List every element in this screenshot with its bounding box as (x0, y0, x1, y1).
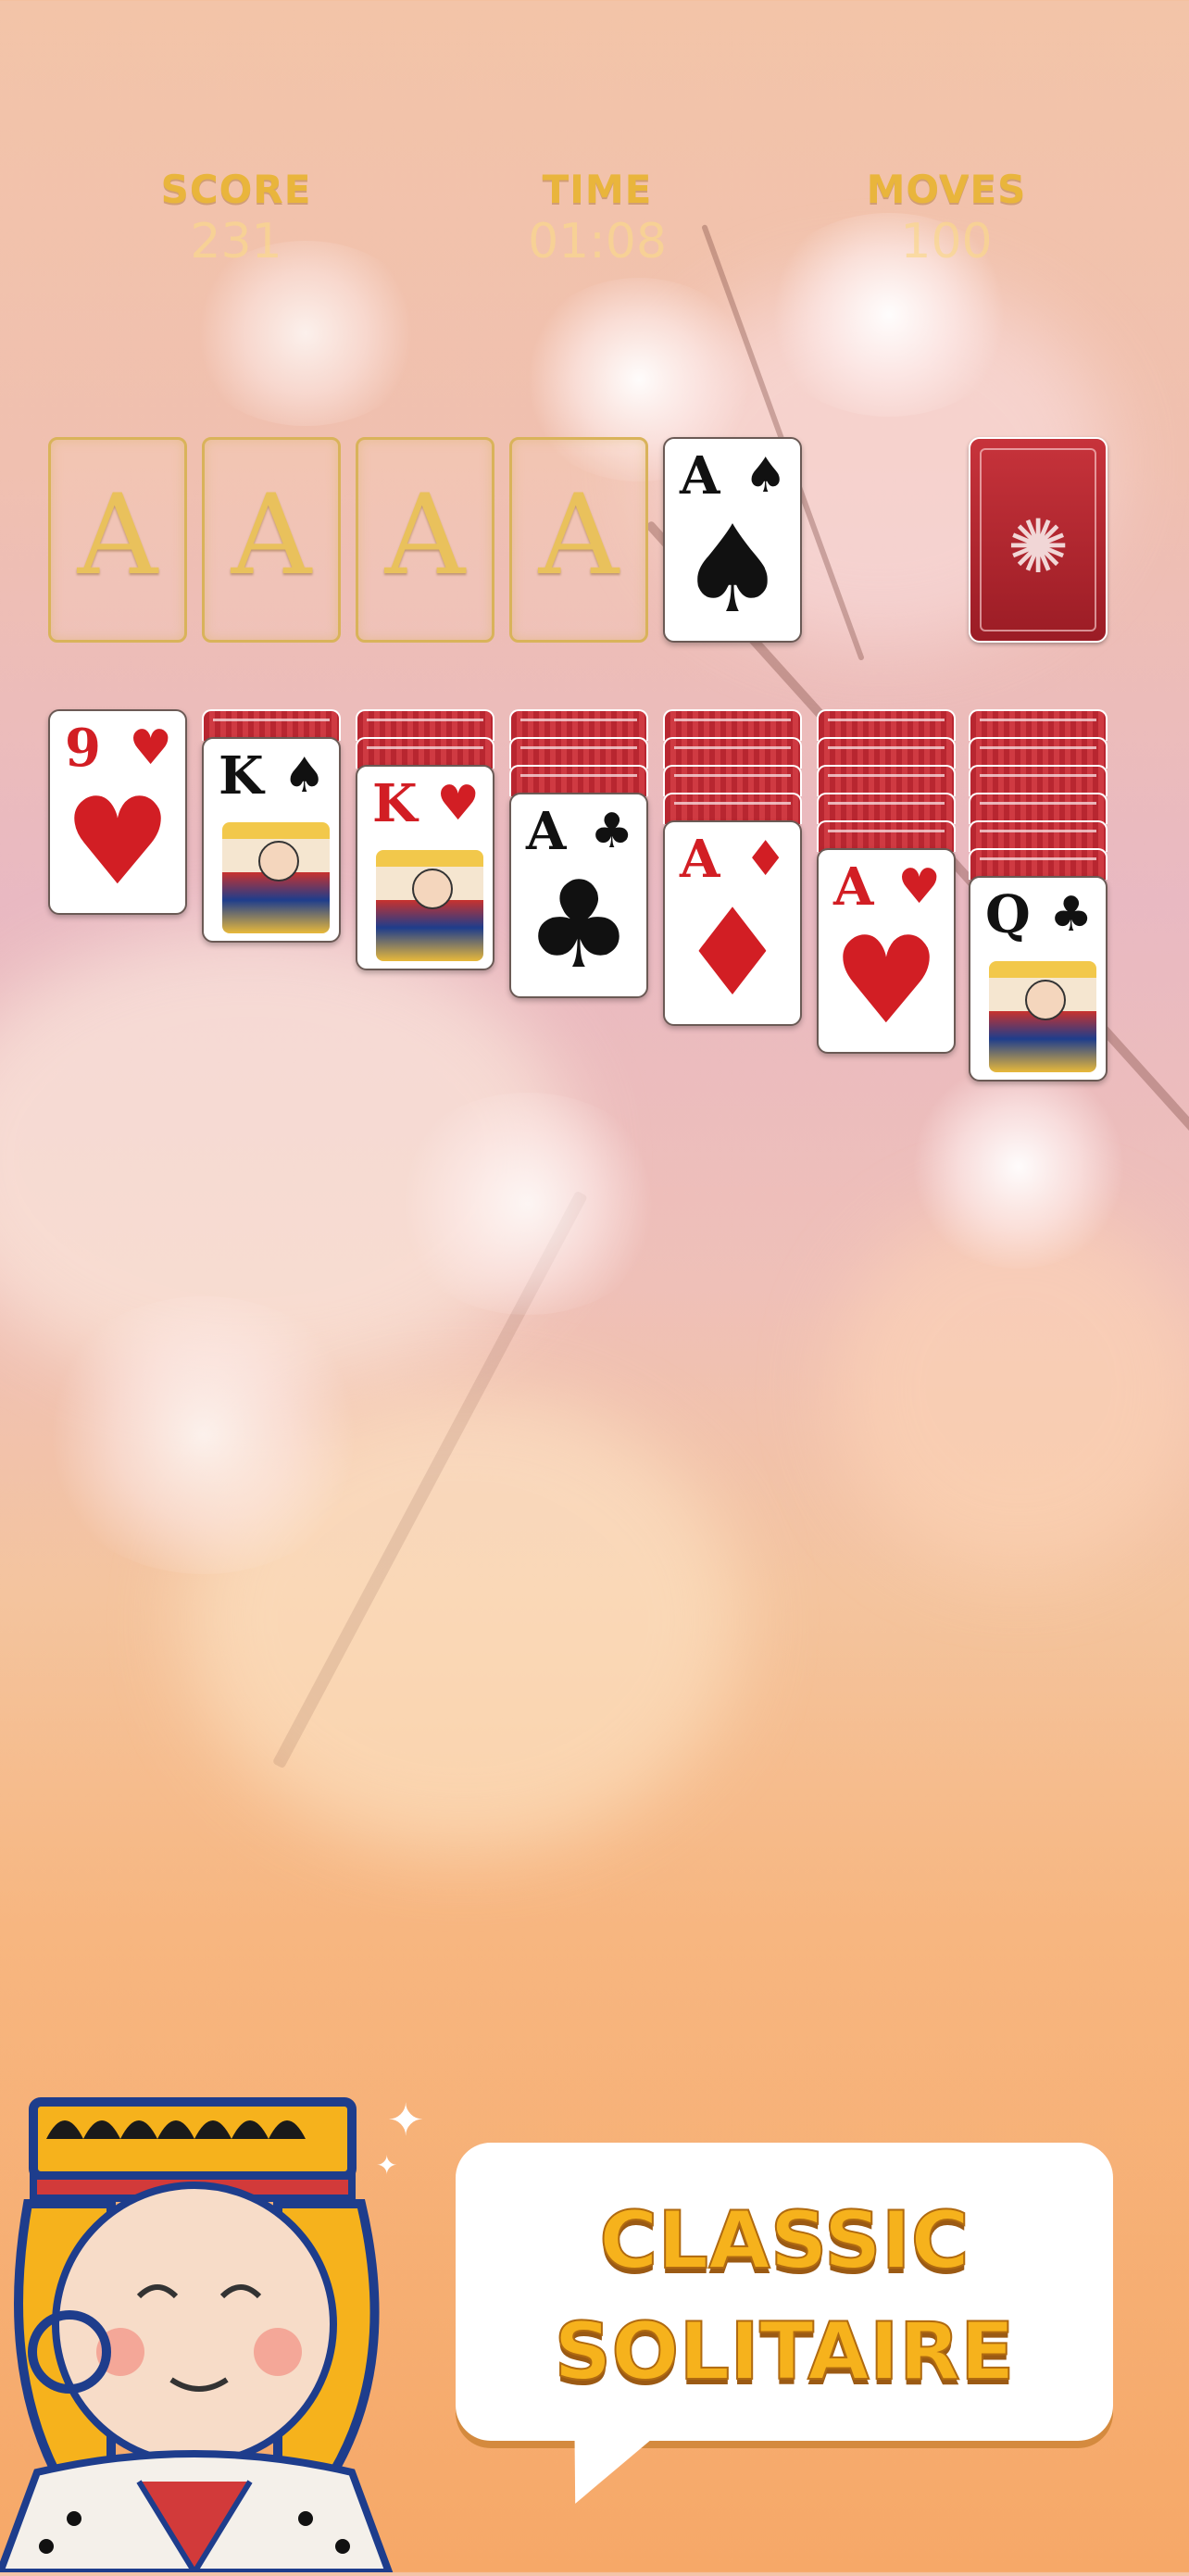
face-down-card (817, 765, 956, 796)
score-value: 231 (190, 214, 282, 269)
speech-bubble-tail (557, 2418, 657, 2518)
face-down-card (509, 737, 648, 769)
king-mascot (0, 2083, 426, 2576)
face-down-card (817, 709, 956, 741)
card-rank: A (680, 829, 720, 890)
card-rank: K (219, 745, 264, 807)
face-down-card (969, 765, 1108, 796)
diamond-icon: ♦ (678, 882, 787, 1023)
sparkle-icon: ✦ (387, 2095, 425, 2146)
diamond-icon: ♦ (744, 832, 787, 887)
tableau-card-4[interactable]: A ♣ ♣ (509, 793, 648, 998)
tableau-card-7[interactable]: Q ♣ (969, 876, 1108, 1082)
face-down-card (356, 709, 494, 741)
face-down-card (817, 737, 956, 769)
waste-card[interactable]: A ♠ ♠ (663, 437, 802, 643)
card-rank: A (526, 801, 567, 862)
card-rank: A (833, 857, 874, 918)
score-display: SCORE 231 (97, 167, 375, 269)
time-label: TIME (542, 167, 653, 212)
sparkle-icon: ✦ (376, 2150, 398, 2181)
court-figure-icon (989, 961, 1096, 1072)
face-down-card (202, 709, 341, 741)
heart-icon: ♥ (63, 771, 172, 912)
tableau-card-1[interactable]: 9 ♥ ♥ (48, 709, 187, 915)
foundation-pile-3[interactable]: A (356, 437, 494, 643)
tableau-card-2[interactable]: K ♠ (202, 737, 341, 943)
face-down-card (663, 737, 802, 769)
banner-title-line1: CLASSIC (598, 2194, 970, 2288)
card-rank: A (680, 445, 720, 506)
card-rank: K (372, 773, 418, 834)
banner-speech-bubble: CLASSIC SOLITAIRE (456, 2143, 1113, 2441)
foundation-placeholder: A (77, 471, 158, 600)
time-value: 01:08 (528, 214, 667, 269)
tableau-card-5[interactable]: A ♦ ♦ (663, 820, 802, 1026)
heart-icon: ♥ (832, 910, 941, 1051)
face-down-card (663, 765, 802, 796)
score-label: SCORE (160, 167, 312, 212)
foundation-placeholder: A (384, 471, 466, 600)
court-figure-icon (376, 850, 483, 961)
face-down-card (969, 737, 1108, 769)
foundation-pile-4[interactable]: A (509, 437, 648, 643)
spade-icon: ♠ (678, 499, 787, 640)
heart-icon: ♥ (129, 720, 172, 776)
tableau-card-3[interactable]: K ♥ (356, 765, 494, 970)
heart-icon: ♥ (897, 859, 941, 915)
face-down-card (817, 793, 956, 824)
face-down-card (509, 709, 648, 741)
card-rank: 9 (65, 718, 101, 779)
court-figure-icon (222, 822, 330, 933)
moves-display: MOVES 100 (807, 167, 1085, 269)
face-down-card (663, 709, 802, 741)
foundation-placeholder: A (231, 471, 312, 600)
moves-label: MOVES (866, 167, 1027, 212)
spade-icon: ♠ (744, 448, 787, 504)
compass-emblem-icon: ✺ (1007, 504, 1070, 590)
heart-icon: ♥ (436, 776, 480, 832)
stock-pile[interactable]: ✺ (969, 437, 1108, 643)
banner-title-line2: SOLITAIRE (553, 2305, 1015, 2399)
face-down-card (969, 709, 1108, 741)
face-down-card (817, 820, 956, 852)
foundation-pile-1[interactable]: A (48, 437, 187, 643)
club-icon: ♣ (1049, 887, 1093, 943)
face-down-card (663, 793, 802, 824)
club-icon: ♣ (524, 855, 633, 995)
face-down-card (969, 820, 1108, 852)
face-down-card (509, 765, 648, 796)
foundation-pile-2[interactable]: A (202, 437, 341, 643)
moves-value: 100 (900, 214, 993, 269)
card-rank: Q (985, 884, 1031, 945)
tableau-card-6[interactable]: A ♥ ♥ (817, 848, 956, 1054)
spade-icon: ♠ (282, 748, 326, 804)
club-icon: ♣ (590, 804, 633, 859)
face-down-card (356, 737, 494, 769)
foundation-placeholder: A (538, 471, 620, 600)
face-down-card (969, 848, 1108, 880)
time-display: TIME 01:08 (458, 167, 736, 269)
face-down-card (969, 793, 1108, 824)
